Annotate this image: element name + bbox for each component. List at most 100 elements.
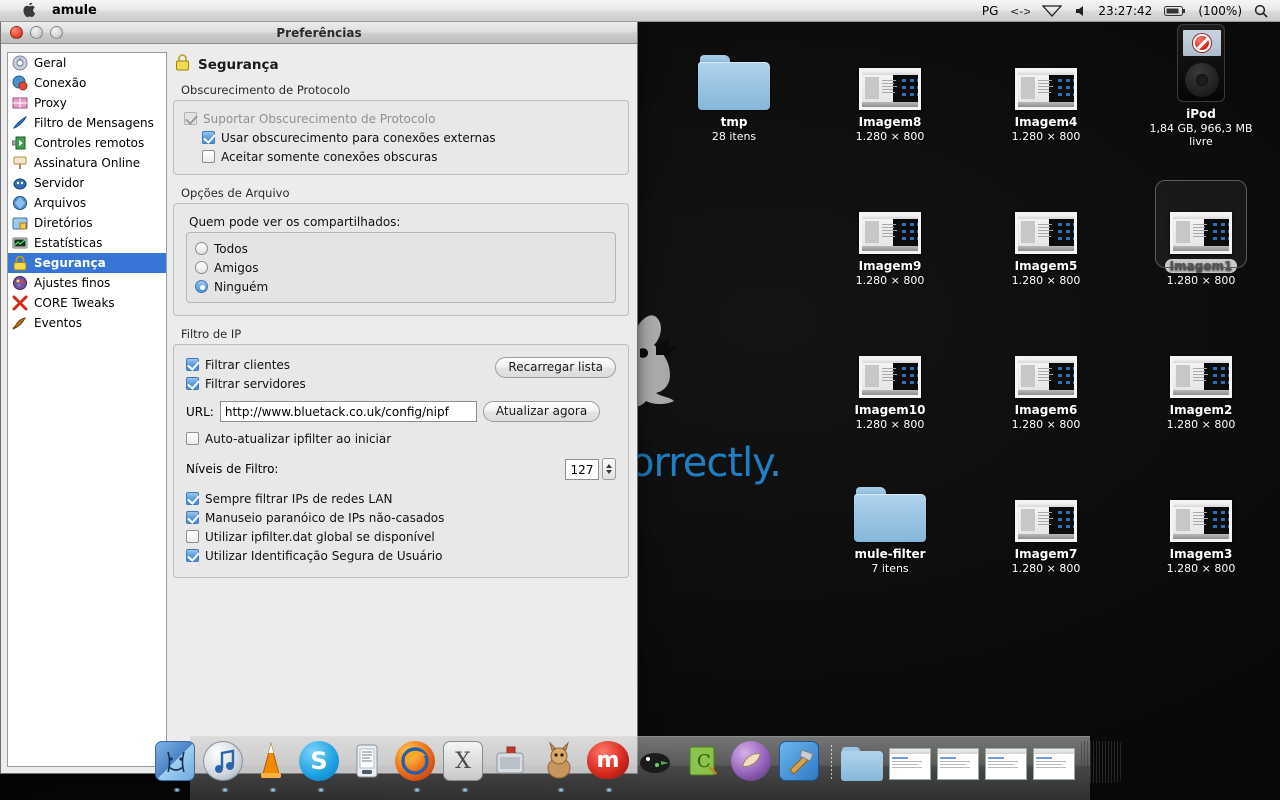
screenshot-doc-icon[interactable] bbox=[937, 748, 979, 780]
checkbox-row-use-obfuscation-external[interactable]: Usar obscurecimento para conexões extern… bbox=[202, 128, 618, 147]
dock[interactable]: S Xm C bbox=[190, 736, 1090, 800]
checkbox-row-paranoid-handling[interactable]: Manuseio paranóico de IPs não-casados bbox=[186, 508, 616, 527]
colloquy-icon[interactable]: C bbox=[683, 766, 723, 785]
dvd-player-icon[interactable] bbox=[731, 741, 775, 781]
sidebar-item-servidor[interactable]: Servidor bbox=[8, 173, 166, 193]
desktop-icon-imagem2[interactable]: Imagem21.280 × 800 bbox=[1141, 328, 1261, 431]
battery-percentage[interactable]: (100%) bbox=[1198, 4, 1242, 18]
screenshot-doc-icon[interactable] bbox=[889, 748, 931, 780]
menu-bar[interactable]: amule PG <-> 23:27:42 (100%) bbox=[0, 0, 1280, 22]
trash-icon[interactable] bbox=[1081, 741, 1121, 783]
sidebar-item-controles-remotos[interactable]: Controles remotos bbox=[8, 133, 166, 153]
vlc-cone-icon[interactable] bbox=[251, 766, 291, 785]
sidebar-item-conex-o[interactable]: Conexão bbox=[8, 73, 166, 93]
dock-stack-screenshot-3[interactable] bbox=[985, 741, 1029, 785]
sidebar-item-proxy[interactable]: Proxy bbox=[8, 93, 166, 113]
disk-utility-icon[interactable] bbox=[491, 766, 531, 785]
dock-item-amule-mule[interactable] bbox=[539, 741, 583, 785]
screenshot-doc-icon[interactable] bbox=[1033, 748, 1075, 780]
dock-item-adium[interactable] bbox=[635, 741, 679, 785]
reload-list-button[interactable]: Recarregar lista bbox=[495, 357, 616, 378]
xcode-hammer-icon[interactable] bbox=[779, 741, 823, 781]
desktop-icon-mule-filter[interactable]: mule-filter7 itens bbox=[830, 472, 950, 575]
dock-stack-documents-folder[interactable] bbox=[841, 741, 885, 785]
desktop-icon-imagem8[interactable]: Imagem81.280 × 800 bbox=[830, 40, 950, 143]
amule-m-icon[interactable]: m bbox=[587, 741, 631, 779]
dock-item-finder[interactable] bbox=[155, 741, 199, 785]
ipfilter-url-input[interactable]: http://www.bluetack.co.uk/config/nipf bbox=[220, 401, 477, 422]
preferences-window[interactable]: Preferências GeralConexãoProxyFiltro de … bbox=[0, 22, 638, 774]
stepper-down-icon[interactable] bbox=[606, 470, 612, 474]
filter-levels-input[interactable]: 127 bbox=[565, 459, 599, 480]
checkbox-support-obfuscation[interactable] bbox=[184, 112, 197, 125]
dock-item-dictionary[interactable] bbox=[347, 741, 391, 785]
radio-row-todos[interactable]: Todos bbox=[195, 239, 607, 258]
skype-icon[interactable]: S bbox=[299, 741, 343, 781]
radio-amigos[interactable] bbox=[195, 261, 208, 274]
checkbox-row-autoupdate-ipfilter[interactable]: Auto-atualizar ipfilter ao iniciar bbox=[186, 429, 616, 448]
screenshot-doc-icon[interactable] bbox=[985, 748, 1027, 780]
sidebar-item-geral[interactable]: Geral bbox=[8, 53, 166, 73]
checkbox-always-filter-lan[interactable] bbox=[186, 492, 199, 505]
airport-wifi-icon[interactable] bbox=[1042, 4, 1062, 17]
sidebar-item-seguran-a[interactable]: Segurança bbox=[8, 253, 166, 273]
menu-clock[interactable]: 23:27:42 bbox=[1098, 4, 1152, 18]
dock-item-xcode[interactable] bbox=[779, 741, 823, 785]
zoom-button[interactable] bbox=[50, 26, 63, 39]
window-titlebar[interactable]: Preferências bbox=[1, 22, 637, 44]
dock-trash[interactable] bbox=[1081, 741, 1125, 785]
radio-row-amigos[interactable]: Amigos bbox=[195, 258, 607, 277]
dock-item-x11[interactable]: X bbox=[443, 741, 487, 785]
checkbox-global-ipfilter[interactable] bbox=[186, 530, 199, 543]
dock-stack-screenshot-1[interactable] bbox=[889, 741, 933, 785]
checkbox-secure-user-id[interactable] bbox=[186, 549, 199, 562]
folder-icon[interactable] bbox=[841, 747, 883, 781]
sidebar-item-ajustes-finos[interactable]: Ajustes finos bbox=[8, 273, 166, 293]
amule-donkey-icon[interactable] bbox=[539, 766, 579, 785]
sidebar-item-filtro-de-mensagens[interactable]: Filtro de Mensagens bbox=[8, 113, 166, 133]
dock-item-skype[interactable]: S bbox=[299, 741, 343, 785]
firefox-icon[interactable] bbox=[395, 741, 439, 781]
checkbox-filter-servers[interactable] bbox=[186, 377, 199, 390]
menu-app-name[interactable]: amule bbox=[52, 3, 97, 18]
dictionary-icon[interactable] bbox=[347, 766, 387, 785]
apple-logo-icon[interactable] bbox=[22, 3, 36, 19]
battery-icon[interactable] bbox=[1164, 5, 1186, 17]
itunes-icon[interactable] bbox=[203, 741, 247, 781]
filter-levels-stepper[interactable] bbox=[602, 458, 616, 480]
dock-item-itunes[interactable] bbox=[203, 741, 247, 785]
search-icon[interactable] bbox=[1254, 4, 1268, 18]
dock-stack-screenshot-2[interactable] bbox=[937, 741, 981, 785]
desktop-icon-ipod[interactable]: iPod1,84 GB, 966,3 MB livre bbox=[1141, 32, 1261, 148]
radio-ninguem[interactable] bbox=[195, 280, 208, 293]
window-controls[interactable] bbox=[10, 26, 63, 39]
checkbox-use-obfuscation-external[interactable] bbox=[202, 131, 215, 144]
sidebar-item-assinatura-online[interactable]: Assinatura Online bbox=[8, 153, 166, 173]
update-now-button[interactable]: Atualizar agora bbox=[483, 401, 600, 422]
radio-row-ninguem[interactable]: Ninguém bbox=[195, 277, 607, 296]
sidebar-item-core-tweaks[interactable]: CORE Tweaks bbox=[8, 293, 166, 313]
checkbox-row-secure-user-id[interactable]: Utilizar Identificação Segura de Usuário bbox=[186, 546, 616, 565]
sidebar-item-estat-sticas[interactable]: Estatísticas bbox=[8, 233, 166, 253]
dock-item-colloquy[interactable]: C bbox=[683, 741, 727, 785]
desktop-icon-imagem5[interactable]: Imagem51.280 × 800 bbox=[986, 184, 1106, 287]
checkbox-row-global-ipfilter[interactable]: Utilizar ipfilter.dat global se disponív… bbox=[186, 527, 616, 546]
sidebar-item-diret-rios[interactable]: Diretórios bbox=[8, 213, 166, 233]
desktop-icon-imagem7[interactable]: Imagem71.280 × 800 bbox=[986, 472, 1106, 575]
desktop-icon-imagem4[interactable]: Imagem41.280 × 800 bbox=[986, 40, 1106, 143]
checkbox-row-filter-clients[interactable]: Filtrar clientes bbox=[186, 355, 495, 374]
x11-icon[interactable]: X bbox=[443, 741, 487, 781]
desktop-icon-imagem3[interactable]: Imagem31.280 × 800 bbox=[1141, 472, 1261, 575]
checkbox-row-filter-servers[interactable]: Filtrar servidores bbox=[186, 374, 495, 393]
desktop-icon-tmp[interactable]: tmp28 itens bbox=[674, 40, 794, 143]
checkbox-autoupdate-ipfilter[interactable] bbox=[186, 432, 199, 445]
adium-duck-icon[interactable] bbox=[635, 766, 675, 785]
preferences-sidebar[interactable]: GeralConexãoProxyFiltro de MensagensCont… bbox=[7, 52, 167, 767]
checkbox-row-always-filter-lan[interactable]: Sempre filtrar IPs de redes LAN bbox=[186, 489, 616, 508]
sidebar-item-arquivos[interactable]: Arquivos bbox=[8, 193, 166, 213]
minimize-button[interactable] bbox=[30, 26, 43, 39]
speaker-volume-icon[interactable] bbox=[1074, 5, 1086, 17]
checkbox-row-accept-only-obscure[interactable]: Aceitar somente conexões obscuras bbox=[202, 147, 618, 166]
desktop-icon-imagem9[interactable]: Imagem91.280 × 800 bbox=[830, 184, 950, 287]
checkbox-row-support-obfuscation[interactable]: Suportar Obscurecimento de Protocolo bbox=[184, 109, 618, 128]
